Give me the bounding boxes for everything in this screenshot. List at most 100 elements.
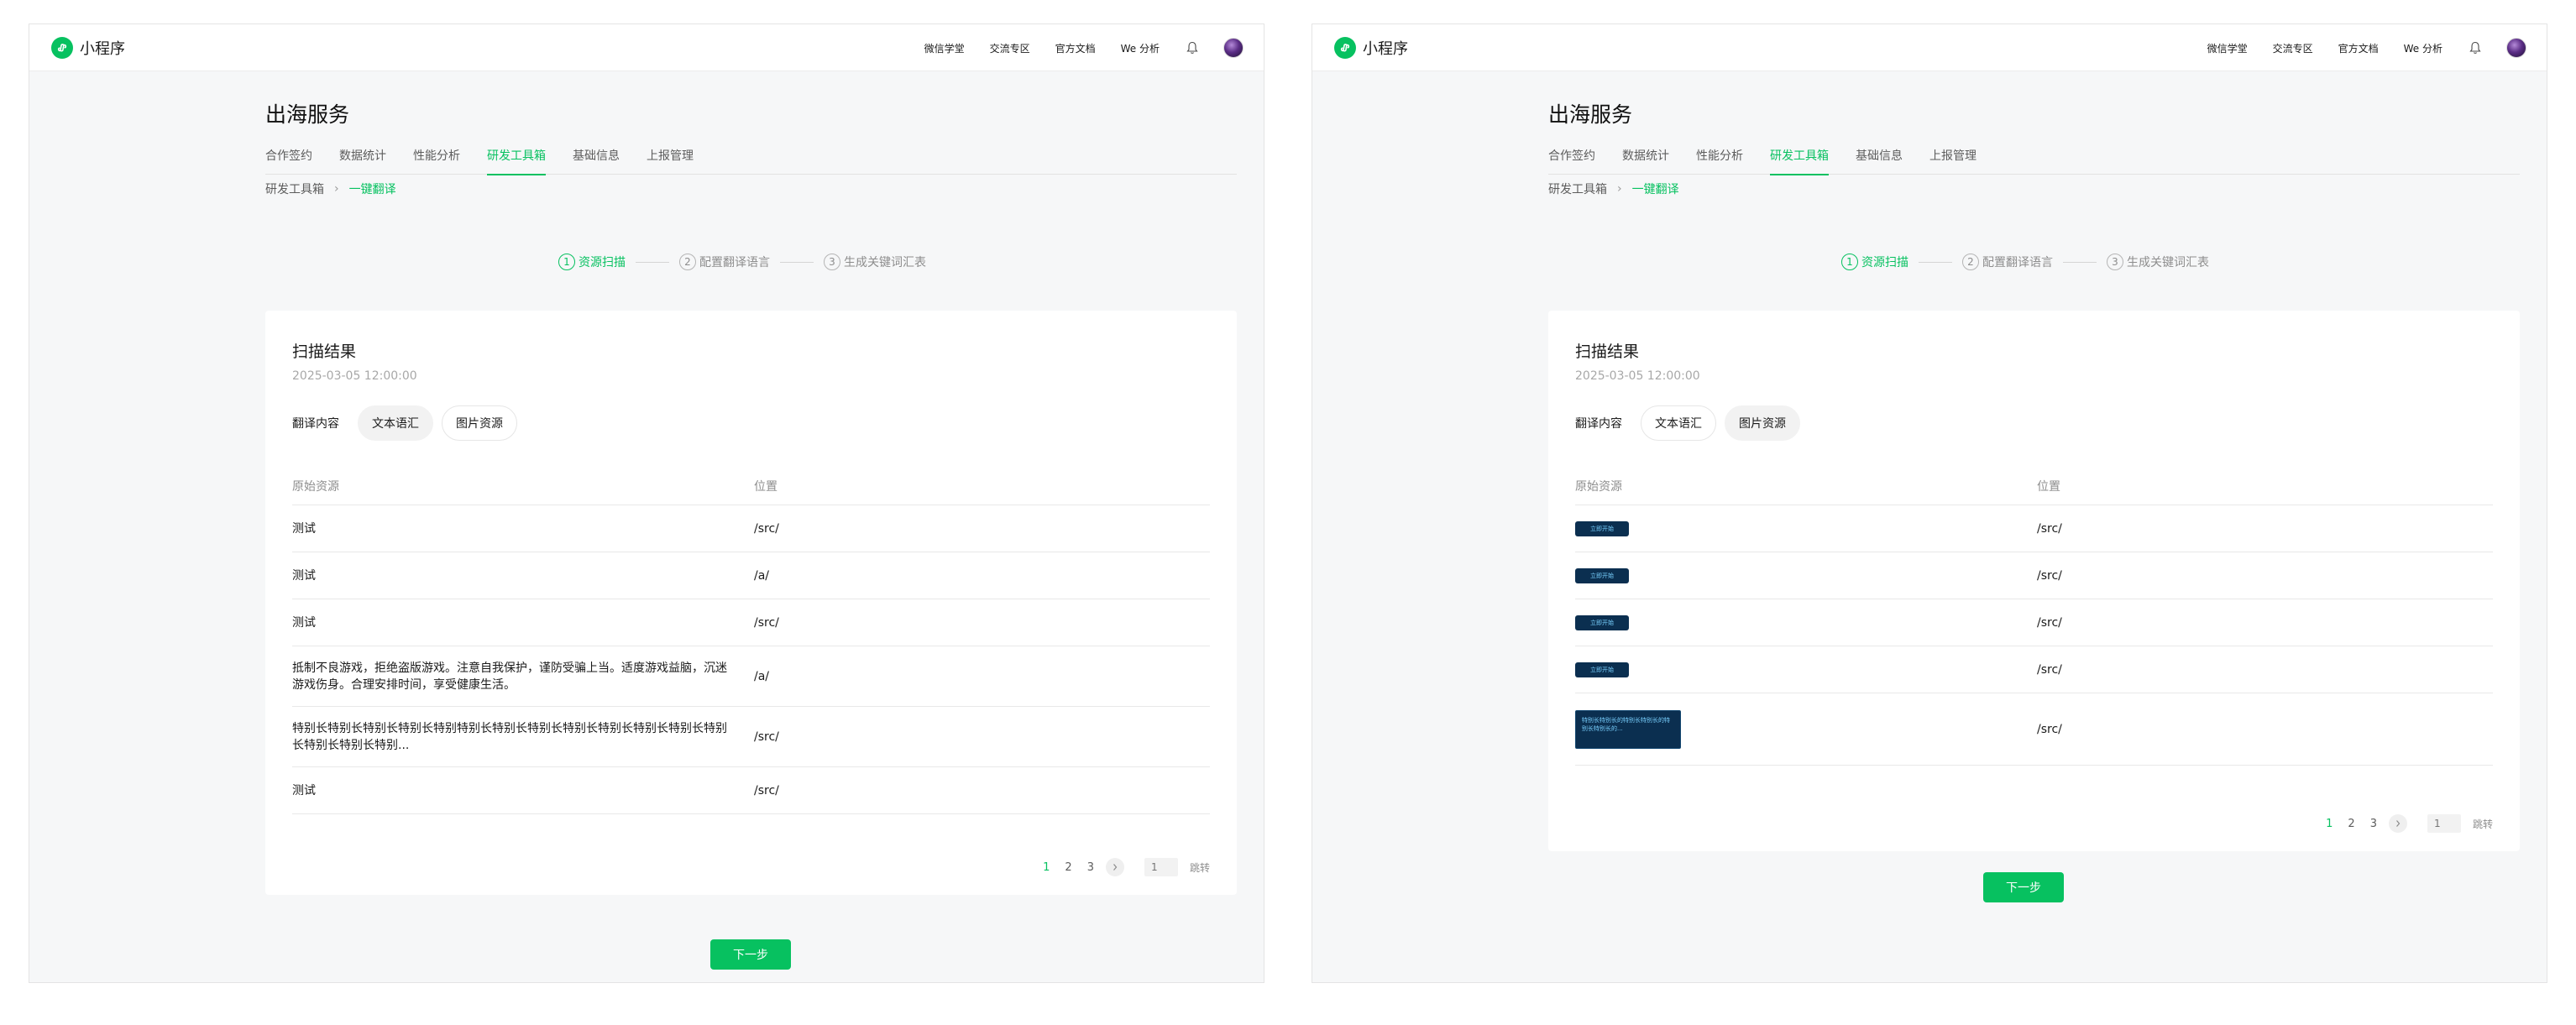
- jump-button[interactable]: 跳转: [2473, 817, 2493, 831]
- resource-table: 原始资源 位置 测试 /src/ 测试 /a/ 测试 /src/ 抵制不良游戏，…: [292, 467, 1210, 814]
- nav-official-docs[interactable]: 官方文档: [1055, 41, 1096, 55]
- scan-result-card: 扫描结果 2025-03-05 12:00:00 翻译内容 文本语汇 图片资源 …: [1548, 311, 2520, 851]
- image-thumbnail[interactable]: 立即开始: [1575, 614, 1629, 630]
- step-generate-glossary: 3 生成关键词汇表: [2107, 254, 2209, 270]
- screen-image-resources: 小程序 微信学堂 交流专区 官方文档 We 分析 出海服务 合作签约 数据统计 …: [1312, 24, 2547, 983]
- brand[interactable]: 小程序: [51, 37, 125, 59]
- breadcrumb-dev-toolbox[interactable]: 研发工具箱: [265, 180, 324, 197]
- step-resource-scan: 1 资源扫描: [558, 254, 626, 270]
- user-avatar[interactable]: [1223, 38, 1243, 58]
- cell-source: 测试: [292, 783, 316, 798]
- nav-we-analytics[interactable]: We 分析: [2404, 41, 2442, 55]
- tab-cooperation[interactable]: 合作签约: [265, 146, 312, 175]
- progress-steps: 1 资源扫描 2 配置翻译语言 3 生成关键词汇表: [558, 253, 926, 271]
- chevron-right-icon[interactable]: [2388, 814, 2407, 833]
- top-nav: 微信学堂 交流专区 官方文档 We 分析: [899, 36, 1243, 60]
- table-row: 立即开始 /src/: [1575, 505, 2493, 552]
- cell-location: /src/: [754, 615, 779, 630]
- tab-dev-toolbox[interactable]: 研发工具箱: [1770, 146, 1829, 175]
- bell-icon[interactable]: [1185, 40, 1200, 55]
- tab-performance[interactable]: 性能分析: [1696, 146, 1743, 175]
- page-1[interactable]: 1: [1043, 861, 1050, 874]
- nav-community[interactable]: 交流专区: [990, 41, 1030, 55]
- image-thumbnail[interactable]: 立即开始: [1575, 662, 1629, 677]
- chip-image-resources[interactable]: 图片资源: [442, 405, 517, 441]
- content-filter: 翻译内容 文本语汇 图片资源: [292, 405, 526, 442]
- image-thumbnail[interactable]: 特别长特别长的特别长特别长的特别长特别长的...: [1575, 709, 1681, 749]
- step-label: 配置翻译语言: [1982, 256, 2053, 269]
- breadcrumb: 研发工具箱 › 一键翻译: [265, 180, 396, 198]
- pagination: 1 2 3 跳转: [2311, 813, 2493, 834]
- step-number: 3: [2107, 254, 2123, 270]
- page-title: 出海服务: [265, 102, 350, 127]
- header-location: 位置: [754, 479, 778, 494]
- tab-report-management[interactable]: 上报管理: [1929, 146, 1977, 175]
- page-3[interactable]: 3: [2370, 818, 2377, 830]
- next-step-button[interactable]: 下一步: [710, 939, 791, 970]
- page-jump-input[interactable]: [2427, 814, 2461, 833]
- cell-location: /src/: [754, 521, 779, 536]
- image-thumbnail[interactable]: 立即开始: [1575, 520, 1629, 536]
- brand[interactable]: 小程序: [1334, 37, 1408, 59]
- cell-source: 测试: [292, 568, 316, 583]
- tab-cooperation[interactable]: 合作签约: [1548, 146, 1595, 175]
- filter-label: 翻译内容: [1575, 417, 1622, 431]
- table-row: 立即开始 /src/: [1575, 646, 2493, 693]
- chip-text-vocabulary[interactable]: 文本语汇: [1641, 405, 1716, 441]
- page-3[interactable]: 3: [1087, 861, 1094, 874]
- table-header: 原始资源 位置: [1575, 467, 2493, 505]
- chip-image-resources[interactable]: 图片资源: [1725, 405, 1800, 441]
- progress-steps: 1 资源扫描 2 配置翻译语言 3 生成关键词汇表: [1841, 253, 2209, 271]
- nav-wechat-academy[interactable]: 微信学堂: [924, 41, 965, 55]
- page-title: 出海服务: [1548, 102, 1633, 127]
- nav-community[interactable]: 交流专区: [2273, 41, 2313, 55]
- chevron-right-icon[interactable]: [1105, 858, 1124, 876]
- scan-result-card: 扫描结果 2025-03-05 12:00:00 翻译内容 文本语汇 图片资源 …: [265, 311, 1237, 895]
- breadcrumb: 研发工具箱 › 一键翻译: [1548, 180, 1679, 198]
- step-configure-language: 2 配置翻译语言: [1962, 254, 2053, 270]
- cell-source: 立即开始: [1575, 567, 2037, 583]
- cell-source: 立即开始: [1575, 520, 2037, 536]
- top-bar: 小程序 微信学堂 交流专区 官方文档 We 分析: [29, 24, 1264, 71]
- tab-report-management[interactable]: 上报管理: [647, 146, 694, 175]
- nav-we-analytics[interactable]: We 分析: [1121, 41, 1160, 55]
- step-connector: [1919, 261, 1952, 263]
- cell-location: /a/: [754, 568, 770, 583]
- user-avatar[interactable]: [2506, 38, 2526, 58]
- table-row: 测试 /src/: [292, 767, 1210, 814]
- jump-button[interactable]: 跳转: [1190, 860, 1210, 875]
- scan-timestamp: 2025-03-05 12:00:00: [1575, 369, 1700, 383]
- filter-label: 翻译内容: [292, 417, 339, 431]
- tab-performance[interactable]: 性能分析: [413, 146, 460, 175]
- cell-location: /src/: [2037, 722, 2062, 736]
- top-bar: 小程序 微信学堂 交流专区 官方文档 We 分析: [1312, 24, 2547, 71]
- next-step-button[interactable]: 下一步: [1983, 872, 2064, 902]
- table-header: 原始资源 位置: [292, 467, 1210, 505]
- image-thumbnail[interactable]: 立即开始: [1575, 567, 1629, 583]
- page-2[interactable]: 2: [2348, 818, 2354, 830]
- page-1[interactable]: 1: [2326, 818, 2333, 830]
- page-2[interactable]: 2: [1065, 861, 1071, 874]
- step-label: 生成关键词汇表: [844, 256, 926, 269]
- step-configure-language: 2 配置翻译语言: [679, 254, 770, 270]
- breadcrumb-dev-toolbox[interactable]: 研发工具箱: [1548, 180, 1607, 197]
- tab-basic-info[interactable]: 基础信息: [573, 146, 620, 175]
- header-source: 原始资源: [1575, 479, 1622, 494]
- cell-source: 立即开始: [1575, 614, 2037, 630]
- nav-wechat-academy[interactable]: 微信学堂: [2207, 41, 2248, 55]
- tab-statistics[interactable]: 数据统计: [339, 146, 386, 175]
- cell-location: /a/: [754, 669, 770, 683]
- tab-statistics[interactable]: 数据统计: [1622, 146, 1669, 175]
- page-jump-input[interactable]: [1144, 858, 1178, 876]
- breadcrumb-one-click-translate: 一键翻译: [348, 183, 396, 196]
- step-number: 2: [679, 254, 696, 270]
- bell-icon[interactable]: [2468, 40, 2483, 55]
- step-connector: [780, 261, 814, 263]
- step-number: 1: [558, 254, 575, 270]
- step-label: 资源扫描: [579, 256, 626, 269]
- chip-text-vocabulary[interactable]: 文本语汇: [358, 405, 433, 441]
- nav-official-docs[interactable]: 官方文档: [2338, 41, 2379, 55]
- tab-dev-toolbox[interactable]: 研发工具箱: [487, 146, 546, 175]
- card-title: 扫描结果: [292, 343, 357, 361]
- tab-basic-info[interactable]: 基础信息: [1856, 146, 1903, 175]
